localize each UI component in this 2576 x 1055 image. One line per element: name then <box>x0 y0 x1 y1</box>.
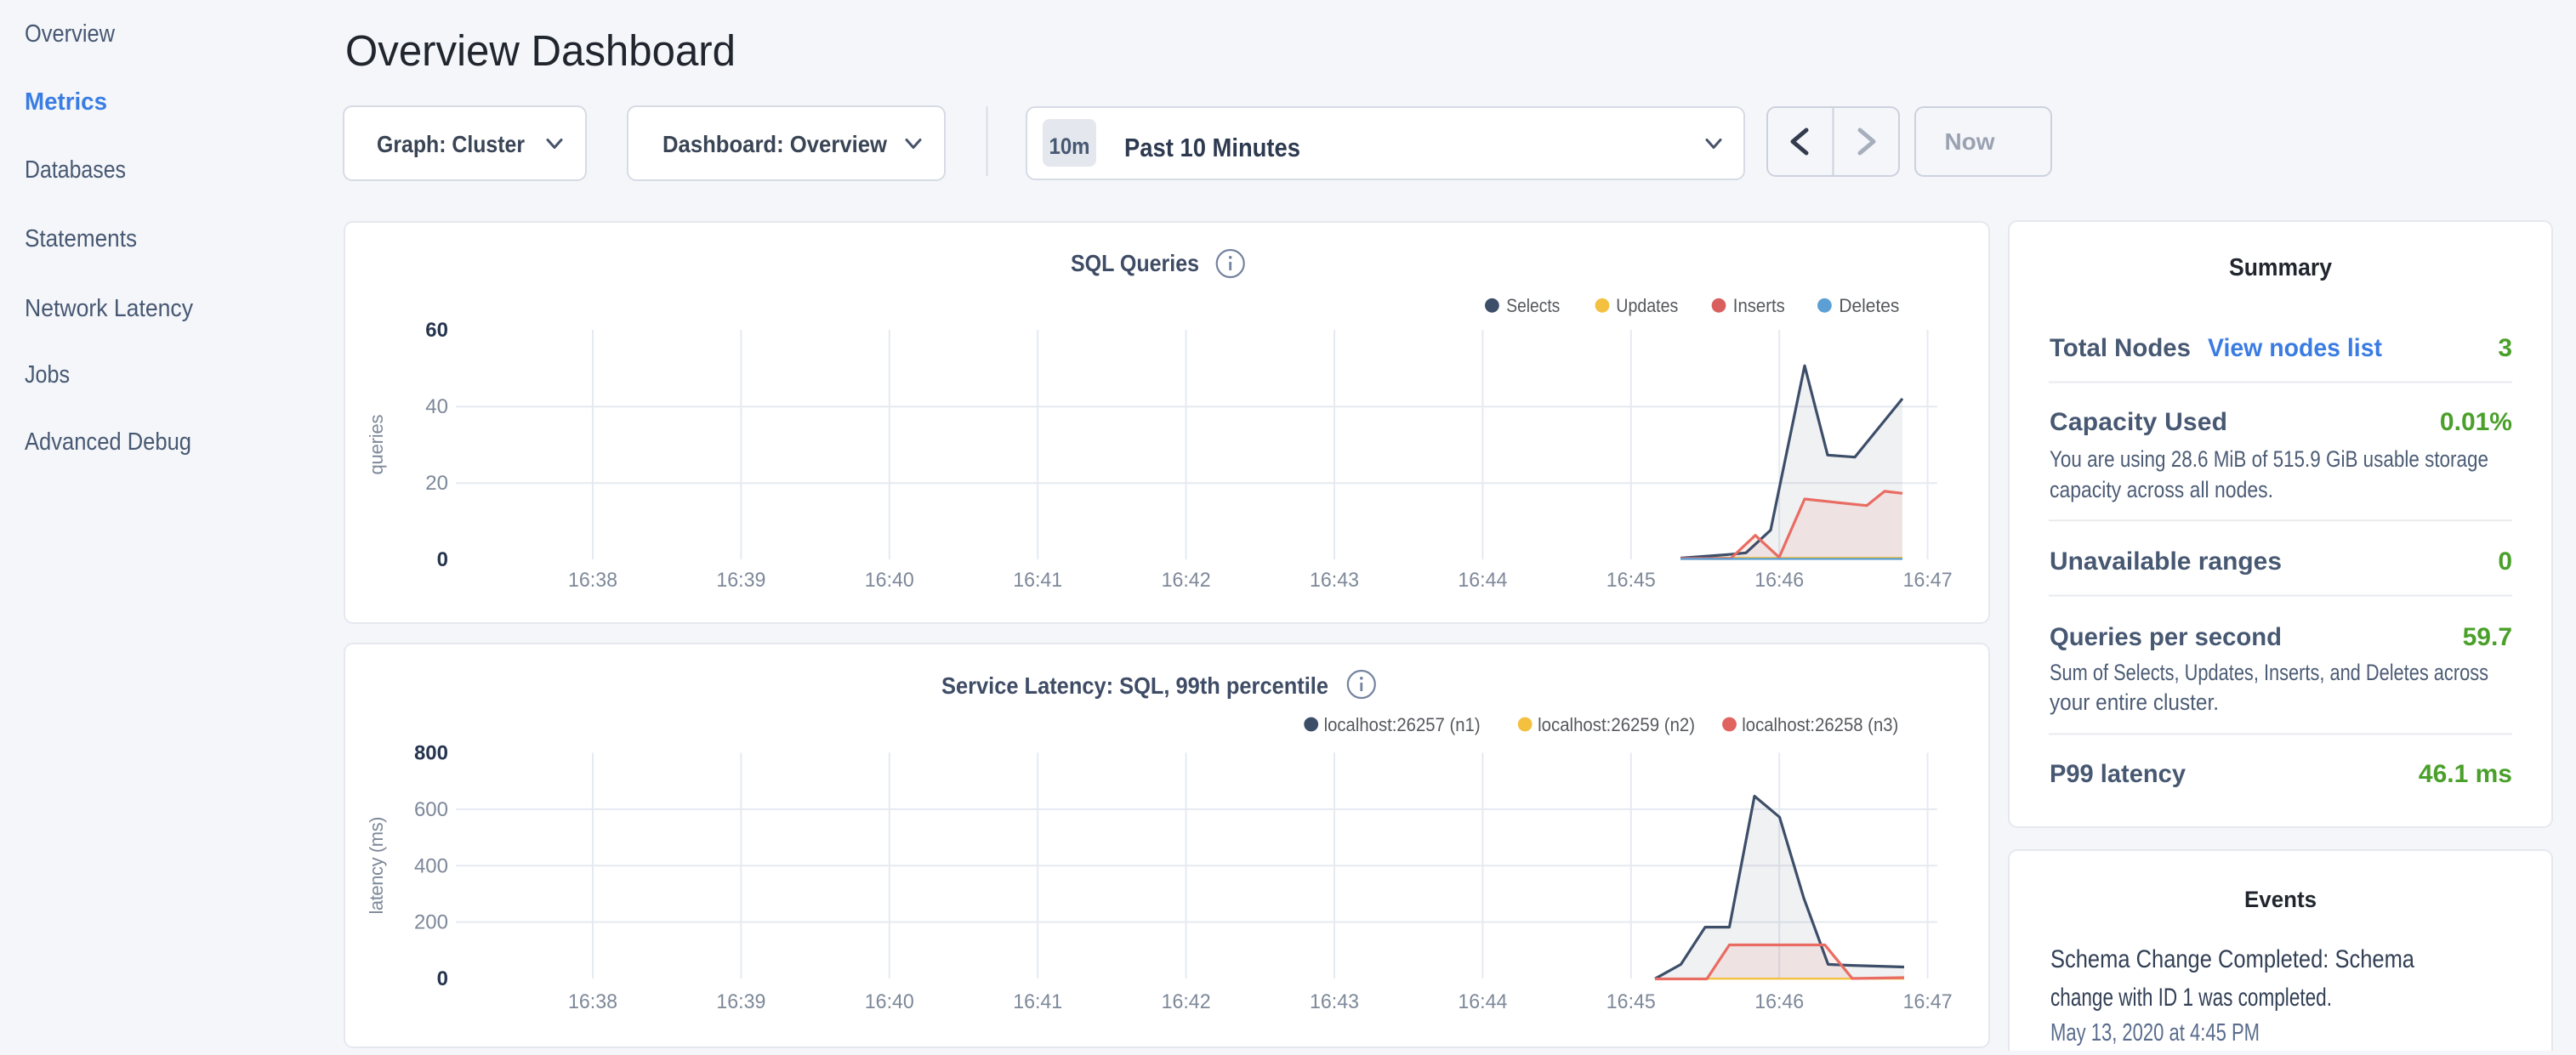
svg-text:Selects: Selects <box>1506 295 1560 316</box>
svg-text:Jobs: Jobs <box>25 361 70 389</box>
svg-text:Queries per second: Queries per second <box>2050 623 2282 651</box>
svg-text:Metrics: Metrics <box>25 88 107 116</box>
svg-text:600: 600 <box>414 798 448 821</box>
svg-text:latency (ms): latency (ms) <box>366 817 387 915</box>
svg-text:10m: 10m <box>1049 133 1090 159</box>
svg-text:16:46: 16:46 <box>1754 569 1804 592</box>
svg-text:16:45: 16:45 <box>1606 569 1656 592</box>
svg-text:0: 0 <box>437 967 448 990</box>
svg-text:Inserts: Inserts <box>1733 295 1785 316</box>
svg-text:Summary: Summary <box>2229 254 2332 281</box>
svg-text:Overview: Overview <box>25 20 116 48</box>
svg-text:Overview Dashboard: Overview Dashboard <box>345 26 736 75</box>
svg-text:16:39: 16:39 <box>716 569 765 592</box>
svg-text:40: 40 <box>425 395 448 418</box>
svg-text:P99 latency: P99 latency <box>2050 760 2186 788</box>
svg-text:localhost:26259 (n2): localhost:26259 (n2) <box>1538 714 1695 735</box>
svg-text:16:44: 16:44 <box>1458 569 1507 592</box>
svg-text:16:46: 16:46 <box>1754 990 1804 1013</box>
svg-text:Deletes: Deletes <box>1839 295 1899 316</box>
svg-text:0.01%: 0.01% <box>2440 408 2512 436</box>
svg-text:16:38: 16:38 <box>568 569 617 592</box>
svg-text:46.1 ms: 46.1 ms <box>2419 760 2512 788</box>
svg-text:Events: Events <box>2244 887 2317 912</box>
svg-text:capacity across all nodes.: capacity across all nodes. <box>2050 477 2273 502</box>
svg-text:20: 20 <box>425 472 448 495</box>
svg-text:3: 3 <box>2498 334 2512 362</box>
svg-text:Databases: Databases <box>25 156 126 184</box>
svg-text:60: 60 <box>425 319 448 342</box>
svg-text:400: 400 <box>414 854 448 877</box>
svg-text:Network Latency: Network Latency <box>25 295 193 322</box>
svg-text:16:45: 16:45 <box>1606 990 1656 1013</box>
svg-text:queries: queries <box>366 415 387 475</box>
svg-text:200: 200 <box>414 911 448 934</box>
svg-text:16:42: 16:42 <box>1162 569 1211 592</box>
svg-text:16:40: 16:40 <box>865 990 914 1013</box>
svg-text:16:42: 16:42 <box>1162 990 1211 1013</box>
svg-text:0: 0 <box>2498 547 2512 576</box>
svg-text:16:43: 16:43 <box>1310 569 1359 592</box>
svg-text:Capacity Used: Capacity Used <box>2050 408 2227 436</box>
svg-text:16:41: 16:41 <box>1013 569 1062 592</box>
svg-text:16:47: 16:47 <box>1903 990 1953 1013</box>
svg-text:16:44: 16:44 <box>1458 990 1507 1013</box>
svg-text:Dashboard: Overview: Dashboard: Overview <box>662 131 887 157</box>
svg-text:Graph: Cluster: Graph: Cluster <box>377 131 525 157</box>
svg-text:0: 0 <box>437 548 448 571</box>
svg-text:May 13, 2020 at 4:45 PM: May 13, 2020 at 4:45 PM <box>2050 1019 2260 1046</box>
svg-text:localhost:26258 (n3): localhost:26258 (n3) <box>1742 714 1898 735</box>
svg-text:59.7: 59.7 <box>2463 623 2512 651</box>
svg-text:Updates: Updates <box>1616 295 1678 316</box>
svg-text:Sum of Selects, Updates, Inser: Sum of Selects, Updates, Inserts, and De… <box>2050 660 2488 685</box>
svg-text:Now: Now <box>1944 128 1994 155</box>
svg-text:change with ID 1 was completed: change with ID 1 was completed. <box>2050 984 2332 1012</box>
svg-text:View nodes list: View nodes list <box>2208 334 2382 362</box>
svg-text:your entire cluster.: your entire cluster. <box>2050 689 2219 715</box>
svg-text:16:40: 16:40 <box>865 569 914 592</box>
svg-text:Schema Change Completed: Schem: Schema Change Completed: Schema <box>2050 945 2415 973</box>
svg-text:Total Nodes: Total Nodes <box>2050 334 2191 362</box>
svg-text:localhost:26257 (n1): localhost:26257 (n1) <box>1324 714 1481 735</box>
svg-text:You are using 28.6 MiB of 515.: You are using 28.6 MiB of 515.9 GiB usab… <box>2050 446 2488 472</box>
svg-text:Advanced Debug: Advanced Debug <box>25 428 191 456</box>
svg-text:16:43: 16:43 <box>1310 990 1359 1013</box>
svg-text:16:39: 16:39 <box>716 990 765 1013</box>
svg-text:Statements: Statements <box>25 225 137 252</box>
svg-text:16:41: 16:41 <box>1013 990 1062 1013</box>
svg-text:16:47: 16:47 <box>1903 569 1953 592</box>
svg-text:Unavailable ranges: Unavailable ranges <box>2050 547 2282 576</box>
svg-text:Past 10 Minutes: Past 10 Minutes <box>1124 133 1300 162</box>
svg-text:Service Latency: SQL, 99th per: Service Latency: SQL, 99th percentile <box>941 672 1328 699</box>
svg-text:16:38: 16:38 <box>568 990 617 1013</box>
svg-text:800: 800 <box>414 742 448 765</box>
svg-text:SQL Queries: SQL Queries <box>1071 250 1199 276</box>
